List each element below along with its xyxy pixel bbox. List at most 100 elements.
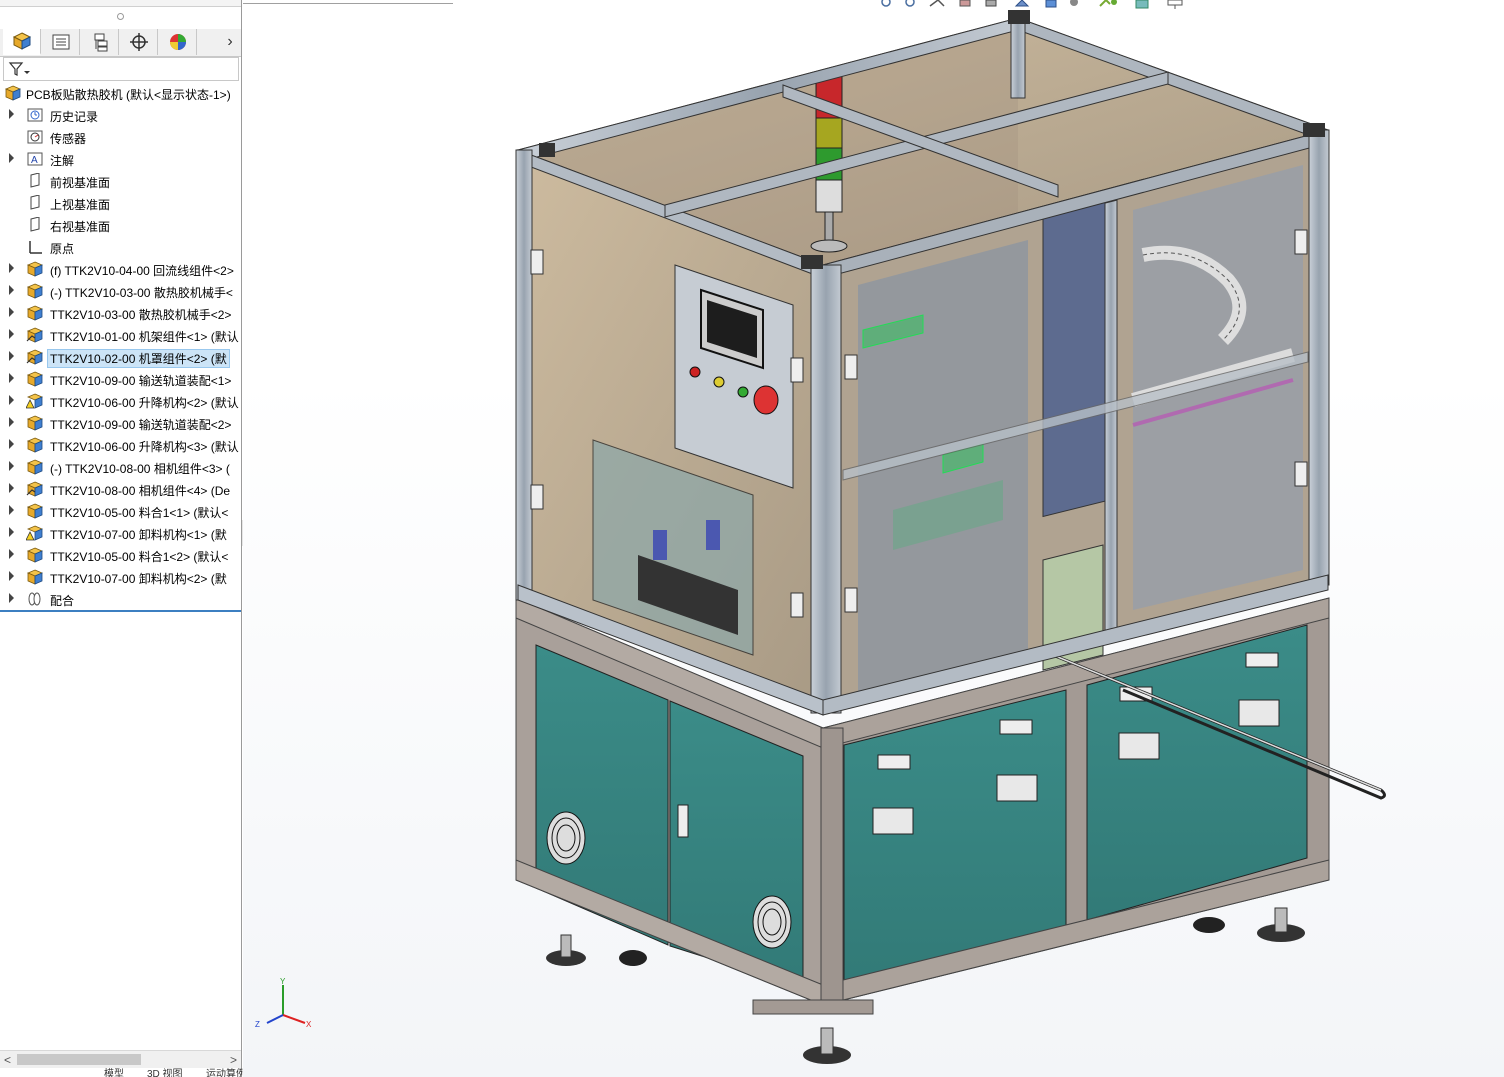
scroll-thumb[interactable] — [17, 1054, 141, 1065]
tree-item[interactable]: A 注解 — [0, 148, 241, 170]
assembly-icon — [26, 459, 44, 475]
assembly-icon — [26, 261, 44, 277]
tree-item-label: (f) TTK2V10-04-00 回流线组件<2> — [50, 264, 234, 278]
expand-arrow-icon[interactable] — [9, 307, 14, 317]
feature-manager-tab[interactable] — [3, 29, 41, 55]
tab-3d-view[interactable]: 3D 视图 — [147, 1068, 183, 1077]
tree-item-label: 历史记录 — [50, 110, 99, 124]
expand-arrow-icon[interactable] — [9, 329, 14, 339]
tree-item[interactable]: TTK2V10-09-00 输送轨道装配<1> — [0, 368, 241, 390]
expand-arrow-icon[interactable] — [9, 153, 14, 163]
expand-arrow-icon[interactable] — [9, 527, 14, 537]
tree-item[interactable]: 历史记录 — [0, 104, 241, 126]
svg-text:A: A — [31, 155, 38, 166]
tree-item[interactable]: 上视基准面 — [0, 192, 241, 214]
origin-icon — [29, 241, 42, 254]
expand-arrow-icon[interactable] — [9, 351, 14, 361]
tree-item-label: TTK2V10-06-00 升降机构<3> (默认 — [50, 440, 239, 454]
graphics-top-border — [243, 0, 453, 4]
horizontal-scrollbar[interactable]: < > — [0, 1050, 241, 1068]
assembly-icon — [26, 305, 44, 321]
tree-item[interactable]: TTK2V10-05-00 料合1<1> (默认< — [0, 500, 241, 522]
expand-arrow-icon[interactable] — [9, 483, 14, 493]
tree-item-label: 配合 — [50, 594, 75, 608]
expand-arrow-icon[interactable] — [9, 571, 14, 581]
tree-item[interactable]: (f) TTK2V10-04-00 回流线组件<2> — [0, 258, 241, 280]
manager-tab-bar: › — [0, 29, 241, 57]
graphics-viewport[interactable]: Y X Z — [243, 0, 1504, 1077]
tree-item[interactable]: TTK2V10-09-00 输送轨道装配<2> — [0, 412, 241, 434]
assembly-flex-icon — [26, 327, 44, 343]
tree-filter[interactable] — [3, 57, 239, 81]
tree-root[interactable]: PCB板贴散热胶机 (默认<显示状态-1>) — [0, 82, 241, 104]
tree-item[interactable]: TTK2V10-06-00 升降机构<2> (默认 — [0, 390, 241, 412]
display-manager-icon — [169, 34, 186, 50]
triad-x-label: X — [306, 1020, 312, 1029]
triad-z-label: Z — [255, 1020, 260, 1029]
plane-icon — [30, 217, 40, 232]
expand-arrow-icon[interactable] — [9, 417, 14, 427]
assembly-icon — [26, 437, 44, 453]
assembly-warning-icon — [26, 525, 44, 541]
machine-3d-model[interactable] — [243, 0, 1504, 1077]
expand-arrow-icon[interactable] — [9, 395, 14, 405]
expand-arrow-icon[interactable] — [9, 285, 14, 295]
configuration-manager-tab[interactable] — [81, 29, 119, 55]
tree-item[interactable]: 前视基准面 — [0, 170, 241, 192]
expand-arrow-icon[interactable] — [9, 505, 14, 515]
assembly-flex-icon — [26, 349, 44, 365]
tree-item[interactable]: 原点 — [0, 236, 241, 258]
dimxpert-tab[interactable] — [120, 29, 158, 55]
tree-item[interactable]: (-) TTK2V10-03-00 散热胶机械手< — [0, 280, 241, 302]
tree-item-label: 上视基准面 — [50, 198, 111, 212]
assembly-icon — [26, 283, 44, 299]
property-manager-tab[interactable] — [42, 29, 80, 55]
tree-item[interactable]: TTK2V10-03-00 散热胶机械手<2> — [0, 302, 241, 324]
assembly-icon — [4, 85, 22, 101]
tree-item[interactable]: 配合 — [0, 588, 241, 610]
tree-item[interactable]: TTK2V10-07-00 卸料机构<2> (默 — [0, 566, 241, 588]
tree-item[interactable]: 右视基准面 — [0, 214, 241, 236]
tree-item-label: TTK2V10-07-00 卸料机构<1> (默 — [50, 528, 227, 542]
expand-arrow-icon[interactable] — [9, 593, 14, 603]
tree-item[interactable]: TTK2V10-06-00 升降机构<3> (默认 — [0, 434, 241, 456]
assembly-flex-icon — [26, 481, 44, 497]
expand-arrow-icon[interactable] — [9, 109, 14, 119]
scroll-right-arrow[interactable]: > — [230, 1053, 237, 1067]
tree-item-label: TTK2V10-03-00 散热胶机械手<2> — [50, 308, 232, 322]
tree-item[interactable]: TTK2V10-02-00 机罩组件<2> (默 — [0, 346, 241, 368]
tree-item-label: TTK2V10-09-00 输送轨道装配<2> — [50, 418, 232, 432]
expand-arrow-icon[interactable] — [9, 373, 14, 383]
tree-item[interactable]: TTK2V10-08-00 相机组件<4> (De — [0, 478, 241, 500]
tree-item-label: TTK2V10-05-00 料合1<1> (默认< — [50, 506, 229, 520]
assembly-icon — [26, 547, 44, 563]
assembly-icon — [26, 569, 44, 585]
filter-icon[interactable] — [8, 61, 32, 77]
tree-bottom-line — [0, 610, 241, 612]
tree-root-label: PCB板贴散热胶机 (默认<显示状态-1>) — [26, 88, 231, 102]
tree-item-label: TTK2V10-07-00 卸料机构<2> (默 — [50, 572, 227, 586]
tree-item[interactable]: TTK2V10-05-00 料合1<2> (默认< — [0, 544, 241, 566]
feature-manager-panel: › PCB板贴散热胶机 (默认<显示状态-1>) 历史记录传感器 A 注解 前视基准面… — [0, 0, 254, 1077]
tree-item[interactable]: TTK2V10-07-00 卸料机构<1> (默 — [0, 522, 241, 544]
tree-item[interactable]: TTK2V10-01-00 机架组件<1> (默认 — [0, 324, 241, 346]
configuration-manager-icon — [94, 33, 107, 52]
expand-arrow-icon[interactable] — [9, 549, 14, 559]
display-manager-tab[interactable] — [159, 29, 197, 55]
tree-item[interactable]: 传感器 — [0, 126, 241, 148]
expand-arrow-icon[interactable] — [9, 461, 14, 471]
assembly-icon — [26, 415, 44, 431]
panel-grip[interactable] — [117, 13, 124, 20]
tab-model[interactable]: 模型 — [104, 1068, 124, 1077]
expand-arrow-icon[interactable] — [9, 439, 14, 449]
assembly-icon — [26, 371, 44, 387]
tab-more-arrow[interactable]: › — [220, 29, 240, 55]
annotation-icon: A — [27, 152, 43, 166]
tree-item-label: 原点 — [50, 242, 75, 256]
scroll-left-arrow[interactable]: < — [4, 1053, 11, 1067]
tree-item[interactable]: (-) TTK2V10-08-00 相机组件<3> ( — [0, 456, 241, 478]
history-icon — [27, 108, 43, 122]
expand-arrow-icon[interactable] — [9, 263, 14, 273]
triad-y-label: Y — [280, 977, 286, 986]
tree-item-label: TTK2V10-08-00 相机组件<4> (De — [50, 484, 231, 498]
